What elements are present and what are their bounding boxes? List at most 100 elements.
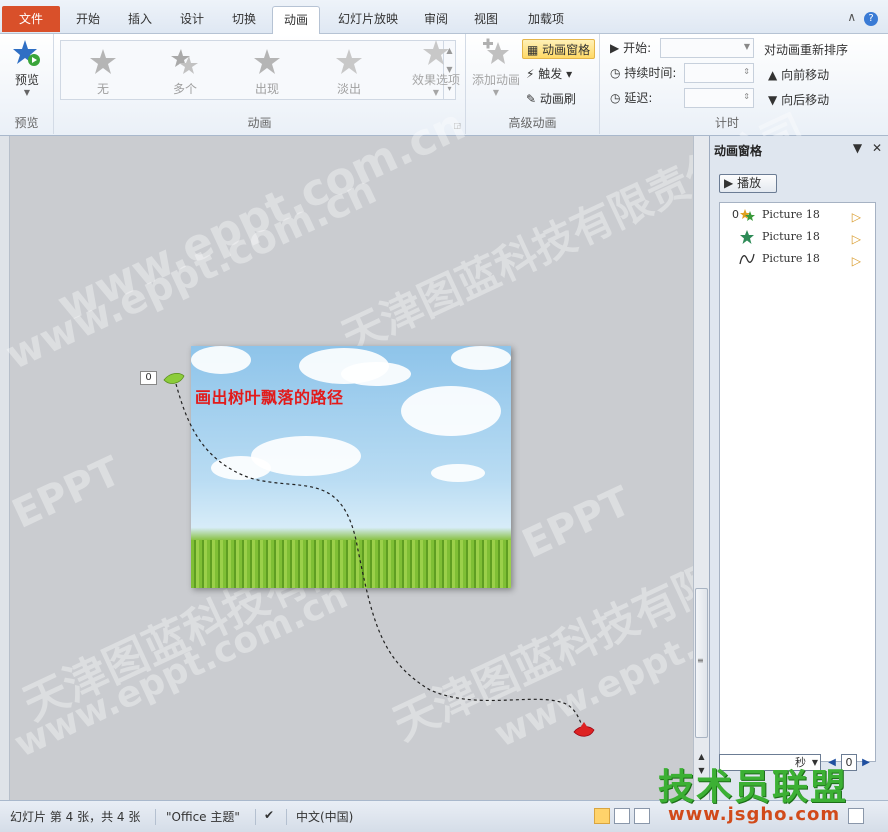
tab-slideshow[interactable]: 幻灯片放映 [328,6,408,34]
animation-order-tag[interactable]: 0 [140,371,157,385]
tab-design[interactable]: 设计 [168,6,216,34]
tab-view[interactable]: 视图 [464,6,508,34]
green-star-icon [740,230,754,244]
play-icon: ▶ [724,176,734,190]
slide-canvas[interactable]: 画出树叶飘落的路径 [191,346,511,588]
gallery-label: 淡出 [336,82,361,96]
close-icon[interactable]: ✕ [872,141,882,155]
cloud [431,464,485,482]
gallery-label: 无 [96,82,109,96]
move-earlier-button[interactable]: ▲ 向前移动 [768,65,829,85]
start-dropdown[interactable]: ▼ [660,38,754,58]
reading-view-icon[interactable] [634,808,650,824]
group-advanced-animation: 添加动画 ▼ ▦ 动画窗格 ⚡ 触发 ▾ ✎ 动画刷 高级动画 [466,34,600,134]
item-menu-icon[interactable]: ▷ [852,207,861,227]
spinner-icon: ⇕ [743,92,750,101]
slide-sorter-view-icon[interactable] [614,808,630,824]
slide-count: 幻灯片 第 4 张，共 4 张 [10,810,141,824]
duration-label: 持续时间: [624,66,677,80]
animation-pane-icon: ▦ [527,43,539,57]
effect-options-button[interactable]: 效果选项 ▼ [408,38,464,97]
duration-label-row: ◷ 持续时间: [610,63,676,83]
group-preview: 预览 ▼ 预览 [0,34,54,134]
list-item[interactable]: Picture 18 ▷ [720,249,875,269]
duration-stepper[interactable]: ⇕ [684,63,754,83]
divider [155,809,156,825]
tab-addins[interactable]: 加载项 [518,6,574,34]
add-animation-icon [483,38,509,64]
group-label-timing: 计时 [714,116,739,130]
add-animation-label: 添加动画 [471,73,520,87]
slide-vertical-scrollbar[interactable]: ≡ ▲ ▼ [693,136,709,800]
chevron-down-icon: ▼ [743,42,750,51]
item-name: Picture 18 [762,252,820,265]
gallery-item-multiple[interactable]: 多个 [155,47,215,97]
divider [255,809,256,825]
cloud [341,362,411,386]
help-icon[interactable]: ? [864,12,878,26]
cloud [191,346,251,374]
painter-icon: ✎ [526,92,537,106]
tab-animations[interactable]: 动画 [272,6,320,35]
tab-insert[interactable]: 插入 [116,6,164,34]
tab-review[interactable]: 审阅 [414,6,458,34]
pane-menu-icon[interactable]: ▼ [853,141,862,155]
move-later-label: 向后移动 [781,93,830,107]
trigger-button[interactable]: ⚡ 触发 ▾ [526,64,572,84]
dialog-launcher-icon[interactable]: ◲ [453,121,461,130]
tab-file[interactable]: 文件 [2,6,60,32]
start-icon: ▶ [610,41,620,55]
ribbon: 预览 ▼ 预览 无 多个 出现 淡出 ▲ ▼ ▾ 效果选项 ▼ 动画 ◲ 添加动… [0,34,888,136]
chevron-down-icon: ▼ [492,88,500,97]
help-icons[interactable]: ∧ ? [847,10,878,26]
gallery-item-none[interactable]: 无 [73,47,133,97]
animation-gallery: 无 多个 出现 淡出 ▲ ▼ ▾ [60,40,456,100]
logo-url: www.jsgho.com [668,804,841,825]
cloud [451,346,511,370]
item-name: Picture 18 [762,230,820,243]
minimize-ribbon-icon[interactable]: ∧ [847,10,856,24]
slide-title[interactable]: 画出树叶飘落的路径 [195,384,344,408]
play-button[interactable]: ▶ 播放 [719,174,777,193]
animation-pane-button[interactable]: ▦ 动画窗格 [522,39,596,59]
arrow-up-icon: ▲ [768,68,778,82]
delay-stepper[interactable]: ⇕ [684,88,754,108]
item-name: Picture 18 [762,208,820,221]
arrow-down-icon: ▼ [768,93,778,107]
normal-view-icon[interactable] [594,808,610,824]
star-icon [254,49,280,74]
delay-icon: ◷ [610,91,621,105]
language-indicator[interactable]: 中文(中国) [296,808,353,825]
spellcheck-icon[interactable]: ✔ [264,808,274,822]
grip-icon: ≡ [697,656,704,665]
preview-star-icon [13,40,40,66]
multiple-effect-icon [740,209,755,221]
preview-button[interactable]: 预览 ▼ [4,38,50,97]
spinner-icon: ⇕ [743,67,750,76]
list-item[interactable]: 0 Picture 18 ▷ [720,205,875,225]
list-item[interactable]: Picture 18 ▷ [720,227,875,247]
tab-home[interactable]: 开始 [64,6,112,34]
start-label-row: ▶ 开始: [610,38,651,58]
gallery-item-fade[interactable]: 淡出 [319,47,379,97]
add-animation-button[interactable]: 添加动画 ▼ [470,38,522,97]
item-menu-icon[interactable]: ▷ [852,251,861,271]
star-icon [336,49,362,74]
animation-pane: 动画窗格 ▼ ✕ ▶ 播放 0 Picture 18 ▷ Picture 18 … [709,136,888,800]
delay-label: 延迟: [624,91,653,105]
star-icon [90,49,116,74]
theme-name[interactable]: "Office 主题" [166,808,240,825]
delay-label-row: ◷ 延迟: [610,88,652,108]
pane-title: 动画窗格 [714,144,763,158]
chevron-down-icon: ▼ [23,88,31,97]
animation-painter-button[interactable]: ✎ 动画刷 [526,89,576,109]
item-menu-icon[interactable]: ▷ [852,229,861,249]
clock-icon: ◷ [610,66,621,80]
gallery-item-appear[interactable]: 出现 [237,47,297,97]
move-earlier-label: 向前移动 [781,68,830,82]
move-later-button[interactable]: ▼ 向后移动 [768,90,829,110]
motion-path-icon [739,253,755,265]
chevron-down-icon: ▼ [432,88,440,97]
tab-transitions[interactable]: 切换 [220,6,268,34]
group-label-advanced: 高级动画 [508,116,557,130]
